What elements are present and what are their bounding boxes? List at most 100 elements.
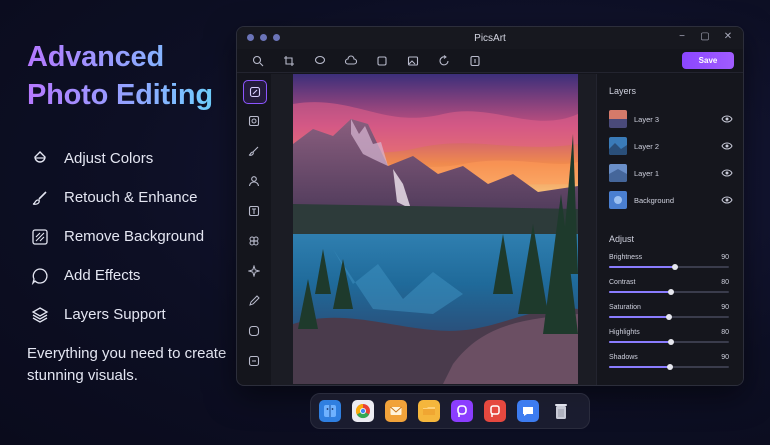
hero-title-line-1: Advanced [27, 41, 164, 73]
slider-track[interactable] [609, 314, 729, 320]
draw-icon[interactable] [243, 290, 265, 312]
feature-add-effects: Add Effects [30, 256, 230, 295]
palette-icon [30, 149, 50, 169]
adjust-contrast[interactable]: Contrast 80 [609, 279, 729, 295]
rotate-icon[interactable] [433, 52, 455, 70]
slider-knob[interactable] [672, 264, 678, 270]
finder-icon[interactable] [319, 400, 341, 422]
layers-title: Layers [609, 86, 637, 96]
layers-icon [30, 305, 50, 325]
maximize-icon[interactable]: ▢ [698, 31, 712, 42]
feature-list: Adjust Colors Retouch & Enhance Remove B… [30, 139, 230, 334]
traffic-light-dot[interactable] [260, 34, 267, 41]
feature-adjust-colors: Adjust Colors [30, 139, 230, 178]
slider-fill [609, 341, 672, 343]
feature-label: Add Effects [64, 267, 141, 284]
layer-item[interactable]: Layer 3 [609, 109, 739, 129]
dock [310, 393, 590, 429]
toolbar [237, 49, 743, 73]
hero-title-line-2: Photo Editing [27, 79, 213, 111]
search-icon[interactable] [247, 52, 269, 70]
trash-icon[interactable] [550, 400, 572, 422]
adjust-value: 90 [721, 254, 729, 261]
feature-layers-support: Layers Support [30, 295, 230, 334]
export-icon[interactable] [464, 52, 486, 70]
slider-track[interactable] [609, 339, 729, 345]
shape-icon[interactable] [243, 320, 265, 342]
tagline: Everything you need to create stunning v… [27, 345, 227, 384]
feature-label: Retouch & Enhance [64, 189, 198, 206]
adjust-shadows[interactable]: Shadows 90 [609, 354, 729, 370]
remove-bg-icon [30, 227, 50, 247]
brush-icon[interactable] [243, 140, 265, 162]
adjust-label: Highlights [609, 329, 640, 336]
slider-knob[interactable] [666, 314, 672, 320]
chat-icon[interactable] [517, 400, 539, 422]
save-button[interactable]: Save [682, 52, 734, 69]
layer-item[interactable]: Layer 1 [609, 163, 739, 183]
feature-remove-background: Remove Background [30, 217, 230, 256]
hero-title: Advanced Photo Editing [27, 38, 213, 114]
edit-icon[interactable] [243, 80, 267, 104]
adjust-label: Shadows [609, 354, 638, 361]
slider-track[interactable] [609, 289, 729, 295]
adjust-saturation[interactable]: Saturation 90 [609, 304, 729, 320]
visibility-eye-icon[interactable] [721, 141, 733, 151]
app-window: PicsArt − ▢ ✕ Save Layers Layer 3 Layer … [236, 26, 744, 386]
adjust-value: 90 [721, 304, 729, 311]
adjust-brightness[interactable]: Brightness 90 [609, 254, 729, 270]
visibility-eye-icon[interactable] [721, 114, 733, 124]
lasso-icon[interactable] [309, 52, 331, 70]
close-icon[interactable]: ✕ [721, 31, 735, 42]
layer-item[interactable]: Layer 2 [609, 136, 739, 156]
slider-track[interactable] [609, 264, 729, 270]
layer-thumbnail [609, 110, 627, 128]
app-title: PicsArt [474, 32, 506, 44]
cloud-icon[interactable] [340, 52, 362, 70]
layer-name: Layer 1 [634, 168, 660, 178]
layer-thumbnail [609, 137, 627, 155]
adjust-label: Brightness [609, 254, 643, 261]
adjust-value: 80 [721, 329, 729, 336]
minimize-icon[interactable]: − [675, 31, 689, 42]
adjust-value: 80 [721, 279, 729, 286]
crop-icon[interactable] [278, 52, 300, 70]
chrome-icon[interactable] [352, 400, 374, 422]
visibility-eye-icon[interactable] [721, 168, 733, 178]
slider-knob[interactable] [667, 364, 674, 370]
slider-fill [609, 366, 671, 368]
sticker-icon[interactable] [243, 230, 265, 252]
layer-item[interactable]: Background [609, 190, 739, 210]
more-icon[interactable] [243, 350, 265, 372]
feature-label: Remove Background [64, 228, 205, 245]
visibility-eye-icon[interactable] [721, 195, 733, 205]
image-adjust-icon[interactable] [243, 110, 265, 132]
person-icon[interactable] [243, 170, 265, 192]
layer-name: Layer 3 [634, 114, 660, 124]
slider-knob[interactable] [668, 289, 675, 295]
picsart-red-icon[interactable] [484, 400, 506, 422]
layer-thumbnail [609, 191, 627, 209]
brush-icon [30, 188, 50, 208]
frame-icon[interactable] [371, 52, 393, 70]
traffic-light-dot[interactable] [247, 34, 254, 41]
picsart-icon[interactable] [451, 400, 473, 422]
slider-knob[interactable] [668, 339, 675, 345]
adjust-label: Contrast [609, 279, 636, 286]
title-bar[interactable]: PicsArt − ▢ ✕ [237, 27, 743, 49]
adjust-highlights[interactable]: Highlights 80 [609, 329, 729, 345]
effects-bubble-icon [30, 266, 50, 286]
slider-track[interactable] [609, 364, 729, 370]
mountain-lake-photo[interactable] [293, 74, 578, 384]
adjust-label: Saturation [609, 304, 641, 311]
layer-name: Layer 2 [634, 141, 660, 151]
traffic-light-dot[interactable] [273, 34, 280, 41]
image-icon[interactable] [402, 52, 424, 70]
canvas-area[interactable] [271, 74, 596, 385]
feature-label: Adjust Colors [64, 150, 154, 167]
mail-icon[interactable] [385, 400, 407, 422]
folder-icon[interactable] [418, 400, 440, 422]
text-icon[interactable] [243, 200, 265, 222]
slider-fill [609, 266, 675, 268]
effects-icon[interactable] [243, 260, 265, 282]
